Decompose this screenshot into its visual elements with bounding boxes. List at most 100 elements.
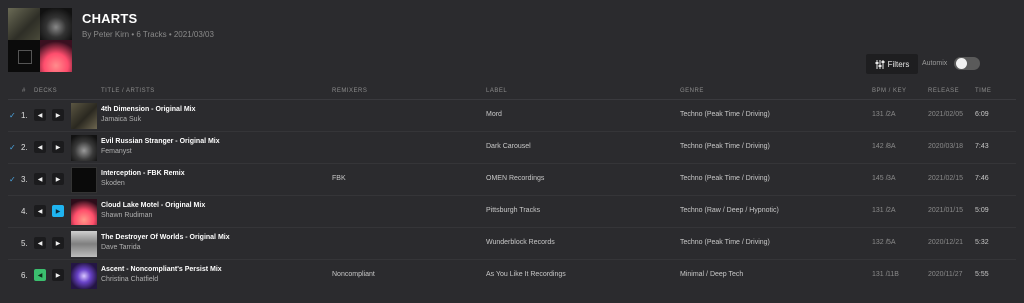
track-release: 2020/11/27 (928, 271, 963, 278)
track-genre[interactable]: Techno (Peak Time / Driving) (680, 143, 770, 150)
track-row[interactable]: 4. ◀ ▶ Cloud Lake Motel - Original Mix S… (0, 196, 1024, 228)
track-key: 3A (887, 175, 896, 182)
track-artist[interactable]: Jamaica Suk (101, 116, 141, 123)
col-num: # (22, 88, 26, 94)
track-bpm: 145 / (872, 175, 888, 182)
track-artist[interactable]: Shawn Rudiman (101, 212, 152, 219)
track-genre[interactable]: Minimal / Deep Tech (680, 271, 743, 278)
col-label[interactable]: LABEL (486, 88, 507, 94)
track-row[interactable]: ✓ 3. ◀ ▶ Interception - FBK Remix Skoden… (0, 164, 1024, 196)
automix-label: Automix (922, 60, 948, 67)
track-number: 5. (21, 239, 28, 248)
sliders-icon (875, 59, 885, 69)
track-time: 6:09 (975, 111, 989, 118)
track-artist[interactable]: Femanyst (101, 148, 132, 155)
track-bpm: 131 / (872, 207, 888, 214)
load-deck-b-button[interactable]: ▶ (52, 269, 64, 281)
track-label[interactable]: Wunderblock Records (486, 239, 555, 246)
track-title[interactable]: The Destroyer Of Worlds - Original Mix (101, 234, 230, 241)
col-title[interactable]: TITLE / ARTISTS (101, 88, 155, 94)
track-artwork[interactable] (71, 167, 97, 193)
toggle-knob (956, 58, 967, 69)
track-time: 5:09 (975, 207, 989, 214)
track-label[interactable]: OMEN Recordings (486, 175, 544, 182)
track-artwork[interactable] (71, 199, 97, 225)
load-deck-b-button[interactable]: ▶ (52, 237, 64, 249)
cover-tile-4 (40, 40, 72, 72)
track-label[interactable]: Dark Carousel (486, 143, 531, 150)
track-title[interactable]: Evil Russian Stranger - Original Mix (101, 138, 220, 145)
track-release: 2020/12/21 (928, 239, 964, 246)
track-key: 11B (887, 271, 899, 278)
track-time: 7:43 (975, 143, 989, 150)
cover-tile-3 (8, 40, 40, 72)
load-deck-a-button[interactable]: ◀ (34, 205, 46, 217)
track-label[interactable]: Mord (486, 111, 502, 118)
page-title: CHARTS (82, 11, 138, 26)
load-deck-a-button[interactable]: ◀ (34, 237, 46, 249)
col-release[interactable]: RELEASE (928, 88, 959, 94)
track-bpm: 132 / (872, 239, 888, 246)
track-remixers[interactable]: FBK (332, 175, 346, 182)
track-label[interactable]: As You Like It Recordings (486, 271, 566, 278)
check-icon: ✓ (9, 175, 16, 184)
load-deck-a-button[interactable]: ◀ (34, 173, 46, 185)
track-time: 5:32 (975, 239, 989, 246)
track-artwork[interactable] (71, 263, 97, 289)
track-title[interactable]: Ascent - Noncompliant's Persist Mix (101, 266, 222, 273)
chart-cover-art (8, 8, 72, 72)
track-bpm: 142 / (872, 143, 888, 150)
track-release: 2020/03/18 (928, 143, 964, 150)
track-genre[interactable]: Techno (Peak Time / Driving) (680, 175, 770, 182)
track-key: 8A (887, 143, 896, 150)
col-genre[interactable]: GENRE (680, 88, 704, 94)
load-deck-b-button[interactable]: ▶ (52, 173, 64, 185)
track-number: 2. (21, 143, 28, 152)
track-release: 2021/02/15 (928, 175, 964, 182)
track-title[interactable]: 4th Dimension - Original Mix (101, 106, 196, 113)
automix-toggle[interactable] (954, 57, 980, 70)
track-artwork[interactable] (71, 103, 97, 129)
load-deck-a-button-active[interactable]: ◀ (34, 269, 46, 281)
col-bpm-key[interactable]: BPM / KEY (872, 88, 907, 94)
track-number: 6. (21, 271, 28, 280)
track-genre[interactable]: Techno (Peak Time / Driving) (680, 239, 770, 246)
track-artist[interactable]: Skoden (101, 180, 125, 187)
track-key: 5A (887, 239, 896, 246)
track-number: 3. (21, 175, 28, 184)
track-row[interactable]: 6. ◀ ▶ Ascent - Noncompliant's Persist M… (0, 260, 1024, 292)
track-title[interactable]: Cloud Lake Motel - Original Mix (101, 202, 205, 209)
load-deck-b-button[interactable]: ▶ (52, 141, 64, 153)
track-row[interactable]: ✓ 1. ◀ ▶ 4th Dimension - Original Mix Ja… (0, 100, 1024, 132)
track-artwork[interactable] (71, 231, 97, 257)
load-deck-a-button[interactable]: ◀ (34, 141, 46, 153)
track-row[interactable]: ✓ 2. ◀ ▶ Evil Russian Stranger - Origina… (0, 132, 1024, 164)
track-row[interactable]: 5. ◀ ▶ The Destroyer Of Worlds - Origina… (0, 228, 1024, 260)
track-number: 1. (21, 111, 28, 120)
check-icon: ✓ (9, 143, 16, 152)
load-deck-b-button-active[interactable]: ▶ (52, 205, 64, 217)
track-key: 2A (887, 111, 896, 118)
track-release: 2021/01/15 (928, 207, 964, 214)
cover-tile-1 (8, 8, 40, 40)
check-icon: ✓ (9, 111, 16, 120)
track-key: 2A (887, 207, 896, 214)
track-genre[interactable]: Techno (Peak Time / Driving) (680, 111, 770, 118)
track-artist[interactable]: Dave Tarrida (101, 244, 141, 251)
filters-label: Filters (887, 59, 910, 69)
track-title[interactable]: Interception - FBK Remix (101, 170, 185, 177)
track-time: 5:55 (975, 271, 989, 278)
load-deck-b-button[interactable]: ▶ (52, 109, 64, 121)
track-label[interactable]: Pittsburgh Tracks (486, 207, 540, 214)
col-remixers[interactable]: REMIXERS (332, 88, 367, 94)
track-artist[interactable]: Christina Chatfield (101, 276, 158, 283)
load-deck-a-button[interactable]: ◀ (34, 109, 46, 121)
track-artwork[interactable] (71, 135, 97, 161)
track-genre[interactable]: Techno (Raw / Deep / Hypnotic) (680, 207, 779, 214)
track-number: 4. (21, 207, 28, 216)
filters-button[interactable]: Filters (866, 54, 918, 74)
col-time[interactable]: TIME (975, 88, 991, 94)
track-remixers[interactable]: Noncompliant (332, 271, 375, 278)
track-bpm: 131 / (872, 111, 888, 118)
cover-tile-2 (40, 8, 72, 40)
